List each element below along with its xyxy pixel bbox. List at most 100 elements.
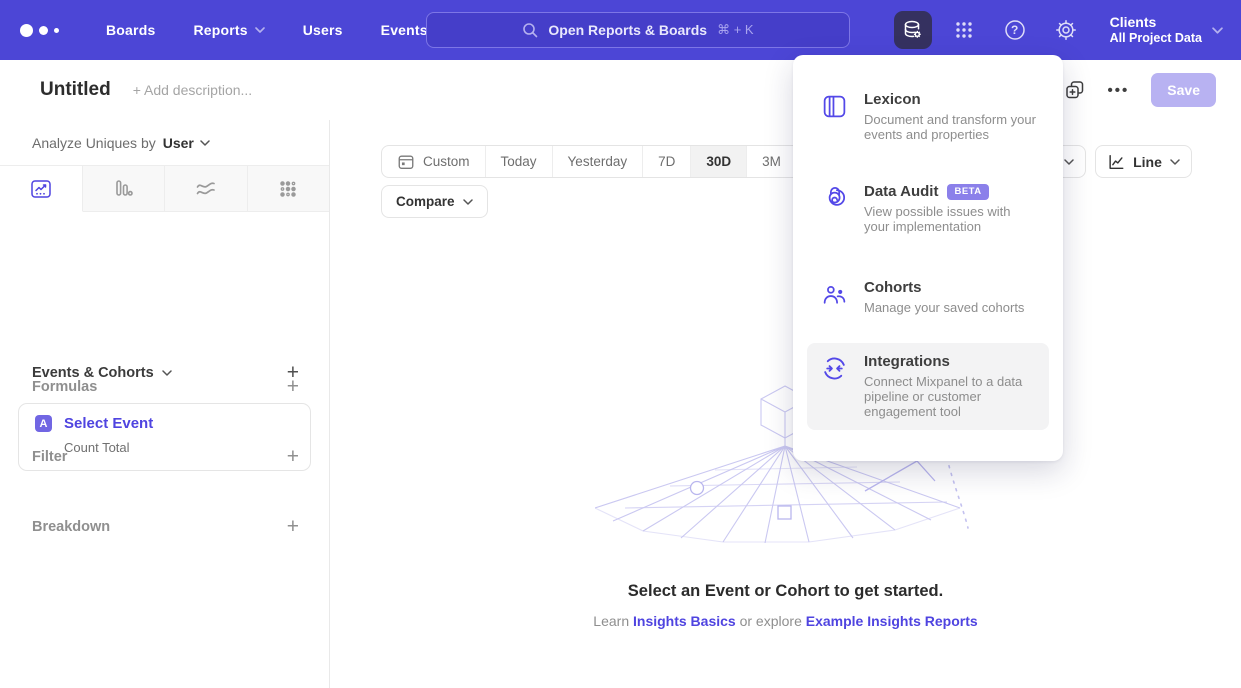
integrations-icon	[821, 355, 848, 382]
tab-line-chart[interactable]	[0, 166, 83, 212]
select-event-button[interactable]: Select Event	[64, 415, 153, 432]
search-shortcut: ⌘ + K	[717, 22, 754, 38]
line-chart-icon	[1107, 153, 1125, 171]
nav-boards-label: Boards	[106, 22, 155, 38]
nav-reports-label: Reports	[193, 22, 247, 38]
data-management-button[interactable]	[894, 11, 932, 49]
insights-basics-link[interactable]: Insights Basics	[633, 613, 736, 629]
data-audit-icon	[821, 185, 848, 212]
range-custom-label: Custom	[423, 154, 470, 169]
range-3m[interactable]: 3M	[747, 146, 797, 177]
add-formula-button[interactable]: +	[287, 377, 299, 397]
menu-item-integrations[interactable]: Integrations Connect Mixpanel to a data …	[807, 343, 1049, 430]
stacked-chart-icon	[194, 177, 218, 201]
empty-explore-text: or explore	[740, 613, 802, 629]
project-name: Clients	[1110, 14, 1202, 31]
help-button[interactable]: ?	[996, 11, 1034, 49]
menu-item-lexicon[interactable]: Lexicon Document and transform your even…	[807, 81, 1049, 152]
apps-grid-button[interactable]	[945, 11, 983, 49]
lexicon-icon	[821, 93, 848, 120]
add-breakdown-button[interactable]: +	[287, 517, 299, 537]
range-7d[interactable]: 7D	[643, 146, 691, 177]
breakdown-row: Breakdown +	[32, 517, 299, 537]
chevron-down-icon	[463, 199, 473, 205]
chevron-down-icon	[200, 140, 210, 146]
analyze-row: Analyze Uniques by User	[0, 120, 329, 166]
metrics-grid-icon	[276, 177, 300, 201]
filter-label: Filter	[32, 449, 67, 465]
menu-item-cohorts[interactable]: Cohorts Manage your saved cohorts	[807, 269, 1049, 325]
data-management-menu: Lexicon Document and transform your even…	[793, 55, 1063, 461]
chart-type-label: Line	[1133, 154, 1162, 170]
nav-users[interactable]: Users	[303, 22, 343, 38]
search-icon	[522, 22, 538, 38]
integrations-title: Integrations	[864, 353, 1039, 370]
empty-state-subtitle: Learn Insights Basics or explore Example…	[330, 613, 1241, 629]
global-search[interactable]: Open Reports & Boards ⌘ + K	[426, 12, 850, 48]
range-30d[interactable]: 30D	[691, 146, 747, 177]
range-30d-label: 30D	[706, 154, 731, 169]
nav-reports[interactable]: Reports	[193, 22, 264, 38]
tab-metrics-grid[interactable]	[248, 166, 330, 212]
mixpanel-logo[interactable]	[20, 24, 59, 37]
breakdown-label: Breakdown	[32, 519, 110, 535]
analyze-label: Analyze Uniques by	[32, 135, 156, 151]
formulas-row: Formulas +	[32, 377, 299, 397]
range-3m-label: 3M	[762, 154, 781, 169]
database-gear-icon	[901, 18, 925, 42]
range-7d-label: 7D	[658, 154, 675, 169]
integrations-description: Connect Mixpanel to a data pipeline or c…	[864, 374, 1039, 420]
save-button[interactable]: Save	[1151, 73, 1216, 107]
nav-events-label: Events	[381, 22, 428, 38]
tab-bar-chart[interactable]	[83, 166, 166, 212]
add-description[interactable]: + Add description...	[133, 82, 252, 98]
grid-icon	[953, 19, 975, 41]
filter-row: Filter +	[32, 447, 299, 467]
beta-badge: BETA	[947, 184, 988, 200]
analyze-value: User	[163, 135, 194, 151]
top-navbar: Boards Reports Users Events Open Reports…	[0, 0, 1241, 60]
formulas-label: Formulas	[32, 379, 97, 395]
duplicate-icon[interactable]	[1064, 79, 1086, 101]
logo-dot	[39, 26, 48, 35]
nav-events[interactable]: Events	[381, 22, 428, 38]
data-audit-title: Data Audit	[864, 183, 938, 200]
chart-type-tabbar	[0, 166, 329, 212]
range-yesterday-label: Yesterday	[568, 154, 628, 169]
report-title[interactable]: Untitled	[40, 79, 111, 101]
chevron-down-icon	[162, 370, 172, 376]
nav-users-label: Users	[303, 22, 343, 38]
nav-boards[interactable]: Boards	[106, 22, 155, 38]
range-yesterday[interactable]: Yesterday	[553, 146, 644, 177]
more-options-button[interactable]: •••	[1108, 82, 1130, 99]
range-today[interactable]: Today	[486, 146, 553, 177]
logo-dot	[20, 24, 33, 37]
menu-item-data-audit[interactable]: Data Audit BETA View possible issues wit…	[807, 173, 1049, 244]
help-glyph: ?	[1011, 23, 1018, 37]
empty-learn-text: Learn	[593, 613, 629, 629]
example-reports-link[interactable]: Example Insights Reports	[806, 613, 978, 629]
lexicon-title: Lexicon	[864, 91, 1039, 108]
tab-stacked-chart[interactable]	[165, 166, 248, 212]
cohorts-icon	[821, 281, 848, 308]
settings-button[interactable]	[1047, 11, 1085, 49]
chevron-down-icon	[1212, 27, 1223, 34]
chart-type-dropdown[interactable]: Line	[1095, 145, 1192, 178]
lexicon-description: Document and transform your events and p…	[864, 112, 1039, 142]
add-filter-button[interactable]: +	[287, 447, 299, 467]
event-letter-badge: A	[35, 415, 52, 432]
logo-dot	[54, 28, 59, 33]
range-today-label: Today	[501, 154, 537, 169]
cohorts-title: Cohorts	[864, 279, 1024, 296]
compare-button[interactable]: Compare	[381, 185, 488, 218]
range-custom[interactable]: Custom	[382, 146, 486, 177]
analyze-by-selector[interactable]: User	[163, 135, 210, 151]
cohorts-description: Manage your saved cohorts	[864, 300, 1024, 315]
project-switcher[interactable]: Clients All Project Data	[1110, 14, 1223, 46]
compare-label: Compare	[396, 194, 455, 209]
bar-chart-icon	[111, 177, 135, 201]
chevron-down-icon	[255, 27, 265, 33]
gear-icon	[1054, 18, 1078, 42]
line-chart-icon	[29, 177, 53, 201]
calendar-icon	[397, 153, 415, 171]
